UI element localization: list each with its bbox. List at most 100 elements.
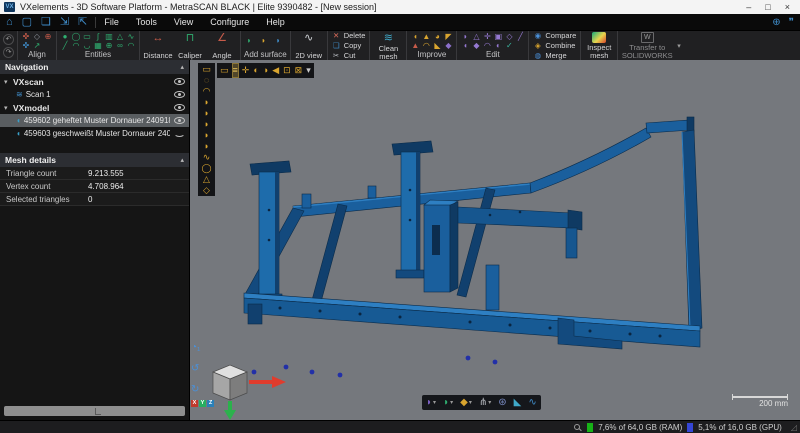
visibility-eye-icon[interactable] — [174, 91, 185, 98]
improve-smooth-icon[interactable]: ▲ — [421, 32, 431, 41]
import-icon[interactable]: ⇲ — [60, 15, 69, 29]
resize-grip[interactable]: ◿ — [791, 423, 797, 432]
merge-button[interactable]: ◍ Merge — [533, 51, 576, 60]
distance-button[interactable]: ↔ Distance — [143, 32, 173, 60]
dropdown-caret-icon[interactable]: ▾ — [469, 399, 472, 406]
select-through-icon[interactable]: ≡ — [233, 64, 238, 77]
improve-holes-icon[interactable]: ◕ — [432, 32, 442, 41]
viewport-3d[interactable]: ▭◌◠◗◗◗◗◗∿◯△◇ ▭≡✛◐◑◀⊡⊠▾ ◔₁↺↻ XYZ ◗▾◗▾◆▾⋔▾… — [190, 60, 800, 420]
clipping-wedge-button[interactable]: ◣ — [514, 397, 522, 408]
collapse-icon[interactable]: ▴ — [180, 63, 184, 71]
new-session-icon[interactable]: ▢ — [22, 15, 32, 29]
select-triangle-icon[interactable]: △ — [203, 174, 210, 184]
entity-circle-icon[interactable]: ◯ — [71, 32, 81, 41]
rotate-view-right-icon[interactable]: ◑ — [263, 64, 268, 77]
menu-tools[interactable]: Tools — [136, 17, 157, 27]
selection-options-caret-icon[interactable]: ▾ — [306, 64, 311, 77]
select-move-icon[interactable]: ✛ — [242, 64, 250, 77]
visibility-eye-icon[interactable] — [174, 104, 185, 111]
entity-cone-icon[interactable]: △ — [115, 32, 125, 41]
edit-pen-icon[interactable]: ╱ — [515, 32, 525, 41]
feedback-icon[interactable]: ❞ — [789, 17, 794, 28]
navigation-header[interactable]: Navigation ▴ — [0, 60, 189, 74]
home-icon[interactable]: ⌂ — [6, 15, 13, 29]
align-surface-icon[interactable]: ◇ — [32, 32, 42, 41]
menu-file[interactable]: File — [104, 17, 119, 27]
entity-ellipse-icon[interactable]: ◠ — [71, 41, 81, 50]
entity-point-icon[interactable]: ● — [60, 32, 70, 41]
select-brush-3-icon[interactable]: ◗ — [204, 119, 209, 129]
select-brush-4-icon[interactable]: ◗ — [204, 130, 209, 140]
menu-configure[interactable]: Configure — [210, 17, 249, 27]
tree-node-mesh-1[interactable]: ◖ 459602 geheftet Muster Dornauer 240918… — [0, 114, 189, 127]
invert-selection-icon[interactable]: ◀ — [272, 64, 279, 77]
close-button[interactable]: × — [785, 1, 790, 13]
rotate-view-left-icon[interactable]: ◐ — [253, 64, 258, 77]
selection-rectangle-mode-icon[interactable]: ▭ — [220, 64, 229, 77]
add-surface-extend-icon[interactable]: ◗ — [273, 36, 283, 45]
select-all-icon[interactable]: ⊡ — [283, 64, 291, 77]
edit-smooth-icon[interactable]: ◇ — [504, 32, 514, 41]
combine-button[interactable]: ◈ Combine — [533, 41, 576, 50]
improve-spikes-icon[interactable]: ▲ — [410, 41, 420, 50]
export-icon[interactable]: ⇱ — [78, 15, 87, 29]
menu-help[interactable]: Help — [266, 17, 285, 27]
curve-display-button[interactable]: ∿ — [528, 397, 536, 408]
transfer-solidworks-button[interactable]: W Transfer to SOLIDWORKS — [621, 32, 673, 60]
compare-button[interactable]: ◉ Compare — [533, 31, 576, 40]
improve-refine-icon[interactable]: ◤ — [443, 32, 453, 41]
rotate-ccw-icon[interactable]: ↺ — [191, 363, 200, 374]
entity-grid-icon[interactable]: ▥ — [104, 32, 114, 41]
redo-icon[interactable]: ↷ — [3, 47, 14, 58]
entity-sphere-icon[interactable]: ⊕ — [104, 41, 114, 50]
render-settings-button[interactable]: ⊛ — [498, 397, 506, 408]
rotate-cw-icon[interactable]: ↻ — [191, 384, 200, 395]
select-freeform-icon[interactable]: ◌ — [204, 75, 209, 85]
caliper-button[interactable]: ⊓ Caliper — [175, 32, 205, 60]
align-bestfit-icon[interactable]: ✜ — [21, 32, 31, 41]
select-brush-5-icon[interactable]: ◗ — [204, 141, 209, 151]
minimize-button[interactable]: – — [746, 1, 751, 13]
visibility-eye-icon[interactable] — [174, 117, 185, 124]
tree-node-scan1[interactable]: ≋ Scan 1 — [0, 88, 189, 101]
collapse-icon[interactable]: ▴ — [180, 156, 184, 164]
dropdown-caret-icon[interactable]: ▾ — [488, 399, 491, 406]
tree-node-mesh-2[interactable]: ◖ 459603 geschweißt Muster Dornauer 2409… — [0, 127, 189, 140]
edit-bridge-icon[interactable]: ✛ — [482, 32, 492, 41]
select-brush-1-icon[interactable]: ◗ — [204, 97, 209, 107]
add-surface-fill-icon[interactable]: ◗ — [259, 36, 269, 45]
select-polygon-icon[interactable]: ◇ — [203, 185, 210, 195]
angle-button[interactable]: ∠ Angle — [207, 32, 237, 60]
visibility-eye-icon[interactable] — [174, 78, 185, 85]
add-surface-plane-icon[interactable]: ◗ — [244, 36, 254, 45]
entity-spline-icon[interactable]: ∿ — [126, 32, 136, 41]
select-squiggle-icon[interactable]: ∿ — [203, 152, 211, 162]
entity-arc-icon[interactable]: ◠ — [126, 41, 136, 50]
model-3d[interactable] — [190, 60, 800, 420]
mesh-details-header[interactable]: Mesh details ▴ — [0, 153, 189, 167]
camera-view-1-icon[interactable]: ◔₁ — [191, 342, 200, 353]
align-origin-icon[interactable]: ⊕ — [43, 32, 53, 41]
improve-boundary-icon[interactable]: ◠ — [421, 41, 431, 50]
improve-decimate-icon[interactable]: ◣ — [432, 41, 442, 50]
tree-node-vxmodel[interactable]: ▾ VXmodel — [0, 101, 189, 114]
tree-node-vxscan[interactable]: ▾ VXscan — [0, 75, 189, 88]
improve-fill-icon[interactable]: ◖ — [410, 32, 420, 41]
improve-optimize-icon[interactable]: ◆ — [443, 41, 453, 50]
menu-view[interactable]: View — [174, 17, 193, 27]
align-targets-icon[interactable]: ✜ — [21, 41, 31, 50]
open-session-icon[interactable]: ❏ — [41, 15, 51, 29]
entity-line-icon[interactable]: ╱ — [60, 41, 70, 50]
select-brush-2-icon[interactable]: ◗ — [204, 108, 209, 118]
expander-icon[interactable]: ▾ — [4, 78, 13, 86]
edit-triangles-icon[interactable]: △ — [471, 32, 481, 41]
edit-cut-mesh-icon[interactable]: ◖ — [460, 41, 470, 50]
align-axis-icon[interactable]: ↗ — [32, 41, 42, 50]
entity-curve-icon[interactable]: ∫ — [93, 32, 103, 41]
scanner-display-button[interactable]: ⋔▾ — [479, 397, 491, 408]
select-rectangle-icon[interactable]: ▭ — [202, 64, 211, 74]
expander-icon[interactable]: ▾ — [4, 104, 13, 112]
edit-defeature-icon[interactable]: ◗ — [460, 32, 470, 41]
undo-icon[interactable]: ↶ — [3, 34, 14, 45]
select-none-icon[interactable]: ⊠ — [295, 64, 303, 77]
